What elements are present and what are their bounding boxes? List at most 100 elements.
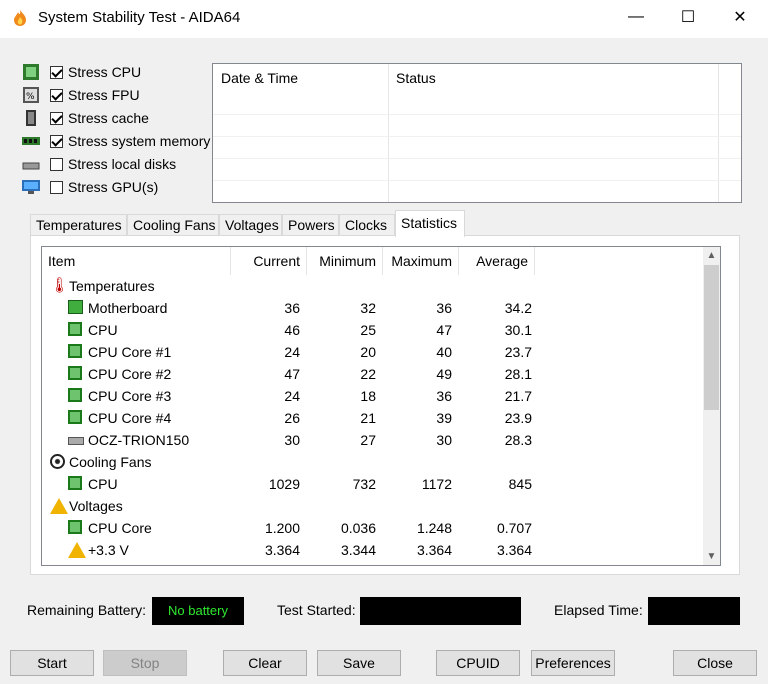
row-maximum: 3.364 xyxy=(416,542,452,558)
scrollbar-thumb[interactable] xyxy=(704,265,719,410)
window-title: System Stability Test - AIDA64 xyxy=(38,9,241,26)
window-client-area: Stress CPU % Stress FPU Stress cache Str… xyxy=(0,38,768,684)
elapsed-time-value xyxy=(648,597,740,625)
row-maximum: 49 xyxy=(436,366,452,382)
table-row[interactable]: CPU Core #2 47 22 49 28.1 xyxy=(42,363,705,385)
tab-temperatures[interactable]: Temperatures xyxy=(30,214,127,236)
row-name: OCZ-TRION150 xyxy=(88,432,190,448)
preferences-button[interactable]: Preferences xyxy=(531,650,615,676)
tab-powers[interactable]: Powers xyxy=(282,214,339,236)
group-label: Temperatures xyxy=(69,278,155,294)
table-row[interactable]: CPU Core #1 24 20 40 23.7 xyxy=(42,341,705,363)
log-row-line xyxy=(213,158,741,159)
row-maximum: 40 xyxy=(436,344,452,360)
log-column-datetime[interactable]: Date & Time xyxy=(213,64,388,92)
log-column-status[interactable]: Status xyxy=(388,64,718,92)
cpu-chip-icon xyxy=(68,520,82,534)
stress-gpu-option[interactable]: Stress GPU(s) xyxy=(22,177,222,197)
stress-cpu-option[interactable]: Stress CPU xyxy=(22,62,222,82)
row-name: +3.3 V xyxy=(88,542,129,558)
stress-memory-option[interactable]: Stress system memory xyxy=(22,131,222,151)
row-average: 845 xyxy=(508,476,532,492)
row-average: 3.364 xyxy=(496,542,532,558)
column-item[interactable]: Item xyxy=(42,247,230,275)
table-row[interactable]: CPU Core 1.200 0.036 1.248 0.707 xyxy=(42,517,705,539)
voltage-warning-icon xyxy=(50,498,68,514)
test-started-label: Test Started: xyxy=(277,602,356,618)
group-label: Voltages xyxy=(69,498,123,514)
group-row-cooling-fans[interactable]: Cooling Fans xyxy=(42,451,705,473)
close-button[interactable]: Close xyxy=(673,650,757,676)
statistics-table[interactable]: Item Current Minimum Maximum Average 🌡 T… xyxy=(41,246,721,566)
cpu-chip-icon xyxy=(68,344,82,358)
row-current: 47 xyxy=(284,366,300,382)
column-current[interactable]: Current xyxy=(230,247,306,275)
stop-button[interactable]: Stop xyxy=(103,650,187,676)
table-row[interactable]: CPU Core #3 24 18 36 21.7 xyxy=(42,385,705,407)
motherboard-icon xyxy=(68,300,83,314)
stress-disks-checkbox[interactable] xyxy=(50,157,63,171)
row-current: 1029 xyxy=(268,476,300,492)
table-row[interactable]: OCZ-TRION150 30 27 30 28.3 xyxy=(42,429,705,451)
table-row[interactable]: Motherboard 36 32 36 34.2 xyxy=(42,297,705,319)
close-window-button[interactable]: ✕ xyxy=(714,0,766,34)
save-button[interactable]: Save xyxy=(317,650,401,676)
column-minimum[interactable]: Minimum xyxy=(306,247,382,275)
row-minimum: 0.036 xyxy=(340,520,376,536)
table-row[interactable]: CPU Core #4 26 21 39 23.9 xyxy=(42,407,705,429)
row-name: CPU Core #3 xyxy=(88,388,172,404)
voltage-warning-icon xyxy=(68,542,86,558)
row-name: Motherboard xyxy=(88,300,168,316)
maximize-button[interactable]: ☐ xyxy=(662,0,714,34)
row-maximum: 30 xyxy=(436,432,452,448)
column-average[interactable]: Average xyxy=(458,247,534,275)
status-log[interactable]: Date & Time Status xyxy=(212,63,742,203)
memory-icon xyxy=(22,133,40,149)
cpu-chip-icon xyxy=(68,322,82,336)
stress-disks-option[interactable]: Stress local disks xyxy=(22,154,222,174)
stress-gpu-checkbox[interactable] xyxy=(50,180,63,194)
group-row-temperatures[interactable]: 🌡 Temperatures xyxy=(42,275,705,297)
row-minimum: 25 xyxy=(360,322,376,338)
row-minimum: 20 xyxy=(360,344,376,360)
vertical-scrollbar[interactable]: ▲ ▼ xyxy=(703,247,720,565)
header-divider xyxy=(382,247,383,275)
svg-text:%: % xyxy=(26,92,35,102)
gpu-icon xyxy=(22,179,40,195)
row-minimum: 22 xyxy=(360,366,376,382)
start-button[interactable]: Start xyxy=(10,650,94,676)
header-divider xyxy=(534,247,535,275)
cache-icon xyxy=(22,110,40,126)
cpu-icon xyxy=(22,64,40,80)
stress-cache-checkbox[interactable] xyxy=(50,111,63,125)
column-maximum[interactable]: Maximum xyxy=(382,247,458,275)
table-row[interactable]: +3.3 V 3.364 3.344 3.364 3.364 xyxy=(42,539,705,561)
thermometer-icon: 🌡 xyxy=(50,277,70,294)
group-row-voltages[interactable]: Voltages xyxy=(42,495,705,517)
scroll-up-icon[interactable]: ▲ xyxy=(703,247,720,264)
row-average: 23.9 xyxy=(504,410,532,426)
stress-fpu-option[interactable]: % Stress FPU xyxy=(22,85,222,105)
log-row-line xyxy=(213,136,741,137)
tab-clocks[interactable]: Clocks xyxy=(339,214,395,236)
stress-gpu-label: Stress GPU(s) xyxy=(68,179,159,195)
stress-cache-option[interactable]: Stress cache xyxy=(22,108,222,128)
row-minimum: 27 xyxy=(360,432,376,448)
tab-cooling-fans[interactable]: Cooling Fans xyxy=(127,214,219,236)
stress-cpu-checkbox[interactable] xyxy=(50,65,63,79)
table-row[interactable]: CPU 46 25 47 30.1 xyxy=(42,319,705,341)
tab-voltages[interactable]: Voltages xyxy=(219,214,282,236)
stress-memory-checkbox[interactable] xyxy=(50,134,63,148)
row-current: 24 xyxy=(284,344,300,360)
clear-button[interactable]: Clear xyxy=(223,650,307,676)
fan-icon xyxy=(50,454,65,469)
table-row[interactable]: CPU 1029 732 1172 845 xyxy=(42,473,705,495)
scroll-down-icon[interactable]: ▼ xyxy=(703,548,720,565)
row-average: 28.1 xyxy=(504,366,532,382)
minimize-button[interactable]: — xyxy=(610,0,662,34)
cpuid-button[interactable]: CPUID xyxy=(436,650,520,676)
tab-statistics[interactable]: Statistics xyxy=(395,210,465,237)
stress-fpu-checkbox[interactable] xyxy=(50,88,63,102)
row-average: 21.7 xyxy=(504,388,532,404)
aida64-flame-icon xyxy=(14,10,26,26)
